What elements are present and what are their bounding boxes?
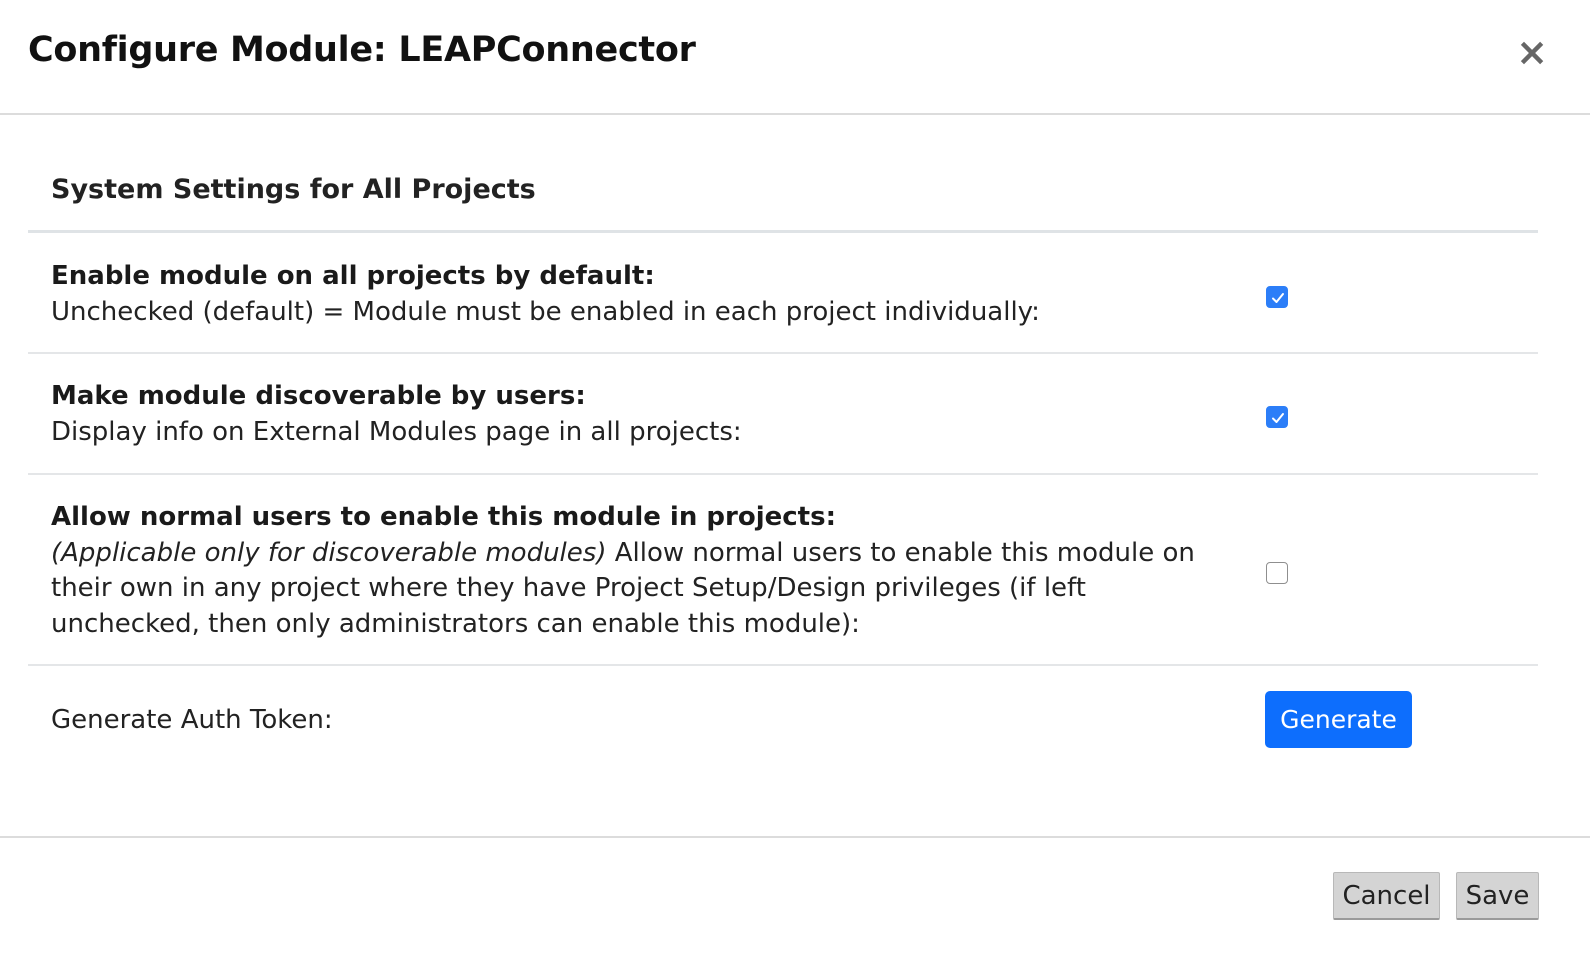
section-title: System Settings for All Projects [51, 174, 536, 205]
close-icon[interactable]: × [1514, 32, 1550, 72]
setting-text: Make module discoverable by users: Displ… [51, 379, 1231, 450]
auth-token-row: Generate Auth Token: Generate [28, 666, 1538, 776]
allow-normal-users-checkbox[interactable] [1266, 562, 1288, 584]
modal-body: System Settings for All Projects Enable … [28, 116, 1538, 776]
setting-row-allow-normal-users: Allow normal users to enable this module… [28, 475, 1538, 666]
discoverable-checkbox[interactable] [1266, 406, 1288, 428]
setting-description: Unchecked (default) = Module must be ena… [51, 296, 1040, 327]
checkmark-icon [1272, 293, 1284, 303]
setting-row-enable-all: Enable module on all projects by default… [28, 233, 1538, 354]
setting-row-discoverable: Make module discoverable by users: Displ… [28, 354, 1538, 475]
setting-description: Display info on External Modules page in… [51, 416, 742, 447]
modal-title: Configure Module: LEAPConnector [28, 30, 696, 70]
cancel-button[interactable]: Cancel [1333, 872, 1440, 920]
setting-text: Enable module on all projects by default… [51, 259, 1231, 330]
save-button[interactable]: Save [1456, 872, 1539, 920]
setting-label: Allow normal users to enable this module… [51, 502, 836, 532]
setting-description-italic: (Applicable only for discoverable module… [51, 537, 607, 568]
setting-label: Make module discoverable by users: [51, 381, 586, 411]
setting-label: Enable module on all projects by default… [51, 261, 655, 291]
generate-button[interactable]: Generate [1265, 691, 1412, 748]
modal-footer: Cancel Save [0, 836, 1590, 962]
section-header: System Settings for All Projects [28, 116, 1538, 233]
auth-token-label: Generate Auth Token: [51, 705, 333, 735]
modal-header: Configure Module: LEAPConnector × [0, 0, 1590, 115]
checkmark-icon [1272, 413, 1284, 423]
setting-text: Allow normal users to enable this module… [51, 500, 1231, 642]
enable-all-projects-checkbox[interactable] [1266, 286, 1288, 308]
